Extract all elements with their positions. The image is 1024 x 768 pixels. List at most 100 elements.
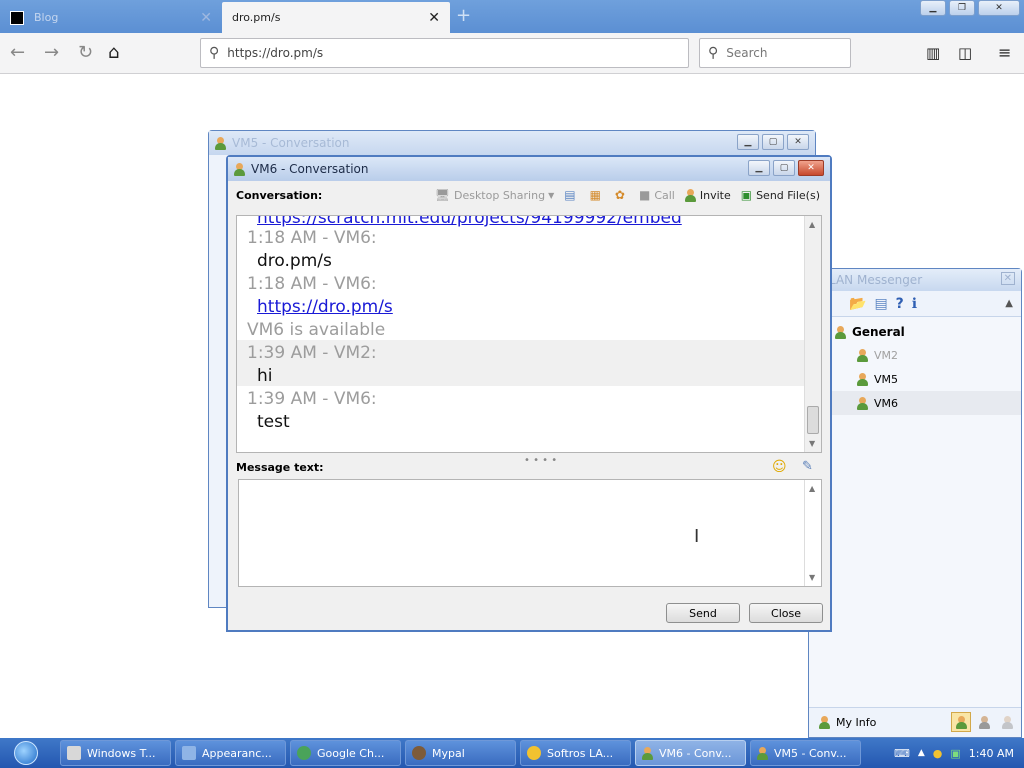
group-general[interactable]: General [809, 321, 1021, 343]
user-icon [642, 746, 653, 760]
scroll-up-icon[interactable]: ▲ [809, 220, 815, 229]
blog-favicon-icon [10, 10, 24, 25]
user-icon [978, 715, 990, 729]
close-icon[interactable]: ✕ [1000, 272, 1015, 285]
reload-icon[interactable]: ↻ [78, 43, 93, 63]
my-info-label: My Info [836, 716, 877, 729]
search-input[interactable]: ⚲ Search [699, 38, 851, 68]
menu-icon[interactable]: ≡ [998, 43, 1011, 63]
close-conversation-button[interactable]: Close [749, 603, 823, 623]
home-icon[interactable]: ⌂ [108, 43, 119, 63]
scroll-up-icon[interactable]: ▲ [809, 484, 815, 493]
messenger-window[interactable]: LAN Messenger ✕ 📂 ▤ ? ℹ ▲ General VM2 VM… [808, 268, 1022, 738]
send-files-button[interactable]: ▣ Send File(s) [741, 188, 820, 202]
system-tray: ⌨ ▲ ● ▣ 1:40 AM [894, 738, 1024, 768]
tray-expand-icon[interactable]: ▲ [918, 748, 925, 758]
contact-vm6[interactable]: VM6 [809, 391, 1021, 415]
network-icon[interactable]: ▣ [950, 747, 960, 760]
maximize-button[interactable]: ▢ [773, 160, 795, 176]
settings-button[interactable]: ✿ [615, 188, 629, 202]
history-button[interactable]: ▤ [564, 188, 579, 202]
scroll-down-icon[interactable]: ▼ [809, 573, 815, 582]
taskbar-item-windows-task[interactable]: Windows T... [60, 740, 171, 766]
close-button[interactable]: ✕ [787, 134, 809, 150]
back-arrow-icon[interactable]: ← [10, 43, 25, 63]
search-icon: ⚲ [708, 45, 719, 61]
user-icon [215, 136, 226, 150]
status-online-button[interactable] [951, 712, 971, 732]
invite-button[interactable]: Invite [684, 188, 731, 202]
start-button[interactable] [4, 739, 48, 767]
forward-arrow-icon[interactable]: → [44, 43, 59, 63]
user-icon [819, 716, 830, 729]
chat-history[interactable]: https://scratch.mit.edu/projects/9419999… [236, 215, 822, 453]
messenger-titlebar[interactable]: LAN Messenger ✕ [809, 269, 1021, 291]
history-icon: ▤ [564, 188, 576, 202]
taskbar-item-softros[interactable]: Softros LA... [520, 740, 631, 766]
new-tab-icon[interactable]: + [456, 5, 471, 26]
user-icon [857, 372, 868, 386]
info-icon[interactable]: ℹ [912, 296, 917, 312]
sidebar-icon[interactable]: ◫ [958, 43, 972, 63]
url-bar[interactable]: ⚲ https://dro.pm/s [200, 38, 689, 68]
chat-link[interactable]: https://dro.pm/s [257, 297, 393, 317]
close-window-button[interactable]: ✕ [978, 0, 1020, 16]
taskbar-item-label: VM6 - Conv... [659, 746, 732, 760]
taskbar: Windows T... Appearanc... Google Ch... M… [0, 738, 1024, 768]
status-away-button[interactable] [974, 712, 994, 732]
taskbar-item-chrome[interactable]: Google Ch... [290, 740, 401, 766]
vm5-titlebar[interactable]: VM5 - Conversation ▁ ▢ ✕ [209, 131, 815, 155]
minimize-button[interactable]: ▁ [737, 134, 759, 150]
taskbar-item-vm5[interactable]: VM5 - Conv... [750, 740, 861, 766]
taskbar-item-mypal[interactable]: Mypal [405, 740, 516, 766]
conversation-toolbar: Conversation: 🖥 Desktop Sharing ▼ ▤ ▦ ✿ … [228, 181, 830, 209]
scroll-down-icon[interactable]: ▼ [809, 439, 815, 448]
message-input[interactable]: I ▲ ▼ [238, 479, 822, 587]
taskbar-item-appearance[interactable]: Appearanc... [175, 740, 286, 766]
scroll-thumb[interactable] [807, 406, 819, 434]
chat-link[interactable]: https://scratch.mit.edu/projects/9419999… [257, 216, 682, 228]
tab-blog[interactable]: Blog ✕ [0, 2, 222, 33]
user-icon [857, 396, 868, 410]
contact-name: VM6 [874, 396, 899, 410]
restore-button[interactable]: ❐ [949, 0, 975, 16]
send-files-label: Send File(s) [756, 188, 820, 202]
contact-vm2[interactable]: VM2 [809, 343, 1021, 367]
taskbar-item-label: Google Ch... [317, 746, 385, 760]
call-button[interactable]: ■ Call [639, 188, 675, 202]
vm6-titlebar[interactable]: VM6 - Conversation ▁ ▢ ✕ [228, 157, 830, 181]
contact-vm5[interactable]: VM5 [809, 367, 1021, 391]
smiley-icon[interactable]: ☺ [772, 459, 787, 475]
vm6-conversation-window[interactable]: VM6 - Conversation ▁ ▢ ✕ Conversation: 🖥… [226, 155, 832, 632]
folder-icon[interactable]: 📂 [849, 296, 866, 312]
help-icon[interactable]: ? [896, 296, 904, 312]
close-button[interactable]: ✕ [798, 160, 824, 176]
keyboard-icon[interactable]: ⌨ [894, 747, 910, 760]
message-scrollbar[interactable]: ▲ ▼ [804, 480, 821, 586]
font-icon[interactable]: ✎ [802, 459, 813, 474]
collapse-icon[interactable]: ▲ [1005, 298, 1013, 309]
user-icon [955, 715, 967, 729]
desktop-sharing-button[interactable]: 🖥 Desktop Sharing ▼ [435, 188, 554, 202]
messenger-toolbar: 📂 ▤ ? ℹ ▲ [809, 291, 1021, 317]
tab-title: dro.pm/s [232, 11, 281, 24]
tab-close-icon[interactable]: ✕ [428, 10, 440, 26]
tab-dro-pm[interactable]: dro.pm/s ✕ [222, 2, 450, 33]
splitter-handle[interactable]: • • • • [524, 455, 557, 466]
contact-list: General VM2 VM5 VM6 [809, 317, 1021, 415]
chat-scrollbar[interactable]: ▲ ▼ [804, 216, 821, 452]
clock[interactable]: 1:40 AM [969, 747, 1014, 760]
status-offline-button[interactable] [997, 712, 1017, 732]
history-icon[interactable]: ▤ [874, 296, 887, 312]
chat-bubble-icon[interactable]: ● [933, 747, 943, 760]
library-icon[interactable]: ▥ [926, 43, 940, 63]
chat-meta: 1:39 AM - VM2: [247, 343, 377, 363]
my-info-bar[interactable]: My Info [809, 707, 1021, 737]
send-button[interactable]: Send [666, 603, 740, 623]
contacts-button[interactable]: ▦ [590, 188, 605, 202]
taskbar-item-vm6[interactable]: VM6 - Conv... [635, 740, 746, 766]
minimize-button[interactable]: ▁ [920, 0, 946, 16]
minimize-button[interactable]: ▁ [748, 160, 770, 176]
maximize-button[interactable]: ▢ [762, 134, 784, 150]
tab-close-icon[interactable]: ✕ [200, 10, 212, 26]
